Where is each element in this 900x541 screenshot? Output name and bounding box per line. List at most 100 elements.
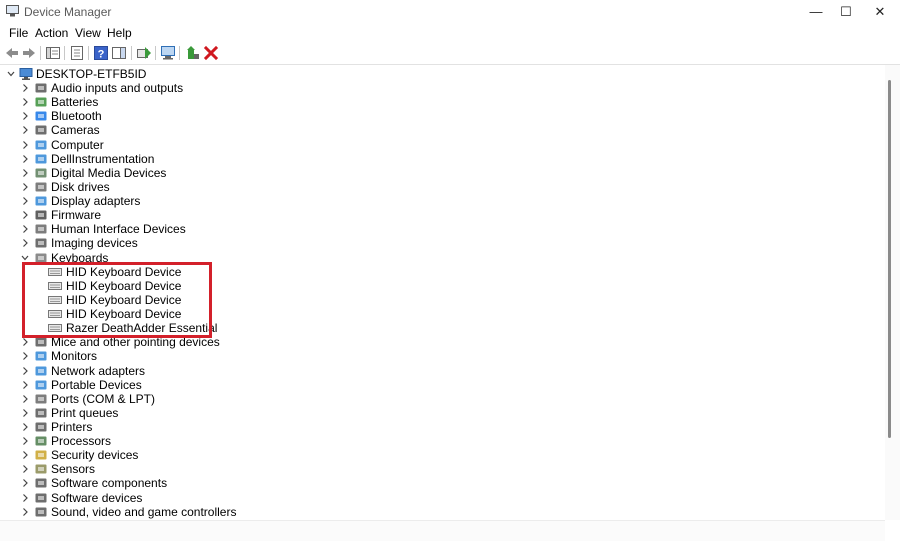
monitor-icon <box>35 154 47 164</box>
tree-item[interactable]: Audio inputs and outputs <box>0 81 320 95</box>
tree-item[interactable]: Imaging devices <box>0 236 320 250</box>
menu-view[interactable]: View <box>75 26 101 40</box>
chevron-right-icon[interactable] <box>20 208 30 222</box>
chevron-right-icon[interactable] <box>20 505 30 519</box>
tree-item[interactable]: Security devices <box>0 448 320 462</box>
tree-item-label: Bluetooth <box>51 109 102 124</box>
tree-item[interactable]: Batteries <box>0 95 320 109</box>
menu-action[interactable]: Action <box>35 26 68 40</box>
hid-icon <box>35 224 47 234</box>
tree-item-label: Monitors <box>51 349 98 364</box>
add-driver-icon[interactable] <box>185 45 201 61</box>
update-driver-icon[interactable] <box>136 45 152 61</box>
tree-item[interactable]: Monitors <box>0 349 320 363</box>
chevron-right-icon[interactable] <box>20 95 30 109</box>
chevron-right-icon[interactable] <box>20 349 30 363</box>
vertical-scrollbar-thumb[interactable] <box>888 80 891 438</box>
show-hide-console-tree-icon[interactable] <box>45 45 61 61</box>
computer-icon <box>35 140 47 150</box>
tree-item[interactable]: Software components <box>0 476 320 490</box>
tree-item[interactable]: Cameras <box>0 123 320 137</box>
software-device-icon <box>35 493 47 503</box>
tree-item-label: Software devices <box>51 490 143 505</box>
tree-item[interactable]: Sound, video and game controllers <box>0 505 320 519</box>
back-arrow-icon[interactable] <box>4 45 20 61</box>
chevron-right-icon[interactable] <box>20 476 30 490</box>
chevron-right-icon[interactable] <box>20 81 30 95</box>
tree-item[interactable]: Software devices <box>0 491 320 505</box>
chevron-right-icon[interactable] <box>20 138 30 152</box>
scan-hardware-icon[interactable] <box>160 45 176 61</box>
horizontal-scrollbar[interactable] <box>0 520 885 541</box>
chevron-right-icon[interactable] <box>20 222 30 236</box>
chevron-right-icon[interactable] <box>20 194 30 208</box>
tree-item[interactable]: Display adapters <box>0 194 320 208</box>
tree-item-label: Imaging devices <box>51 236 138 251</box>
battery-icon <box>35 97 47 107</box>
help-icon[interactable]: ? <box>93 45 109 61</box>
chevron-right-icon[interactable] <box>20 166 30 180</box>
close-button[interactable]: ✕ <box>864 0 896 24</box>
tree-item[interactable]: Disk drives <box>0 180 320 194</box>
disk-drive-icon <box>35 182 47 192</box>
title-bar: Device Manager — ☐ ✕ <box>0 0 900 24</box>
printer-icon <box>35 422 47 432</box>
imaging-icon <box>35 238 47 248</box>
tree-item[interactable]: Processors <box>0 434 320 448</box>
action-pane-icon[interactable] <box>111 45 127 61</box>
tree-root-row[interactable]: DESKTOP-ETFB5ID <box>0 67 300 81</box>
tree-item-label: Software components <box>51 476 168 491</box>
sensor-icon <box>35 464 47 474</box>
toolbar-separator <box>179 46 180 60</box>
tree-item-label: Firmware <box>51 208 101 223</box>
chevron-right-icon[interactable] <box>20 406 30 420</box>
chevron-right-icon[interactable] <box>20 180 30 194</box>
tree-item-label: Print queues <box>51 405 119 420</box>
maximize-button[interactable]: ☐ <box>830 0 862 24</box>
chevron-down-icon[interactable] <box>6 67 16 81</box>
media-device-icon <box>35 168 47 178</box>
tree-item[interactable]: Portable Devices <box>0 378 320 392</box>
chevron-right-icon[interactable] <box>20 152 30 166</box>
tree-root-label: DESKTOP-ETFB5ID <box>36 67 147 81</box>
tree-item[interactable]: DellInstrumentation <box>0 152 320 166</box>
properties-icon[interactable] <box>69 45 85 61</box>
tree-item[interactable]: Computer <box>0 138 320 152</box>
chevron-right-icon[interactable] <box>20 462 30 476</box>
tree-item-label: Display adapters <box>51 194 141 209</box>
tree-item[interactable]: Digital Media Devices <box>0 166 320 180</box>
portable-device-icon <box>35 380 47 390</box>
chevron-right-icon[interactable] <box>20 448 30 462</box>
tree-item-label: Processors <box>51 434 112 449</box>
tree-item[interactable]: Print queues <box>0 406 320 420</box>
bluetooth-icon <box>35 111 47 121</box>
speaker-icon <box>35 83 47 93</box>
chevron-right-icon[interactable] <box>20 109 30 123</box>
tree-item-label: Computer <box>51 137 104 152</box>
chevron-right-icon[interactable] <box>20 491 30 505</box>
sound-icon <box>35 507 47 517</box>
menu-file[interactable]: File <box>9 26 28 40</box>
tree-item[interactable]: Firmware <box>0 208 320 222</box>
tree-item[interactable]: Sensors <box>0 462 320 476</box>
chevron-right-icon[interactable] <box>20 378 30 392</box>
chevron-right-icon[interactable] <box>20 434 30 448</box>
chevron-right-icon[interactable] <box>20 392 30 406</box>
minimize-button[interactable]: — <box>800 0 832 24</box>
tree-item[interactable]: Bluetooth <box>0 109 320 123</box>
tree-item[interactable]: Printers <box>0 420 320 434</box>
tree-item[interactable]: Human Interface Devices <box>0 222 320 236</box>
display-adapter-icon <box>35 196 47 206</box>
uninstall-device-icon[interactable] <box>203 45 219 61</box>
chevron-right-icon[interactable] <box>20 364 30 378</box>
tree-item-label: DellInstrumentation <box>51 151 155 166</box>
menu-help[interactable]: Help <box>107 26 132 40</box>
forward-arrow-icon[interactable] <box>21 45 37 61</box>
chevron-right-icon[interactable] <box>20 123 30 137</box>
network-icon <box>35 366 47 376</box>
tree-item[interactable]: Network adapters <box>0 364 320 378</box>
chevron-right-icon[interactable] <box>20 236 30 250</box>
chevron-right-icon[interactable] <box>20 420 30 434</box>
tree-item[interactable]: Ports (COM & LPT) <box>0 392 320 406</box>
tree-item-label: Cameras <box>51 123 100 138</box>
